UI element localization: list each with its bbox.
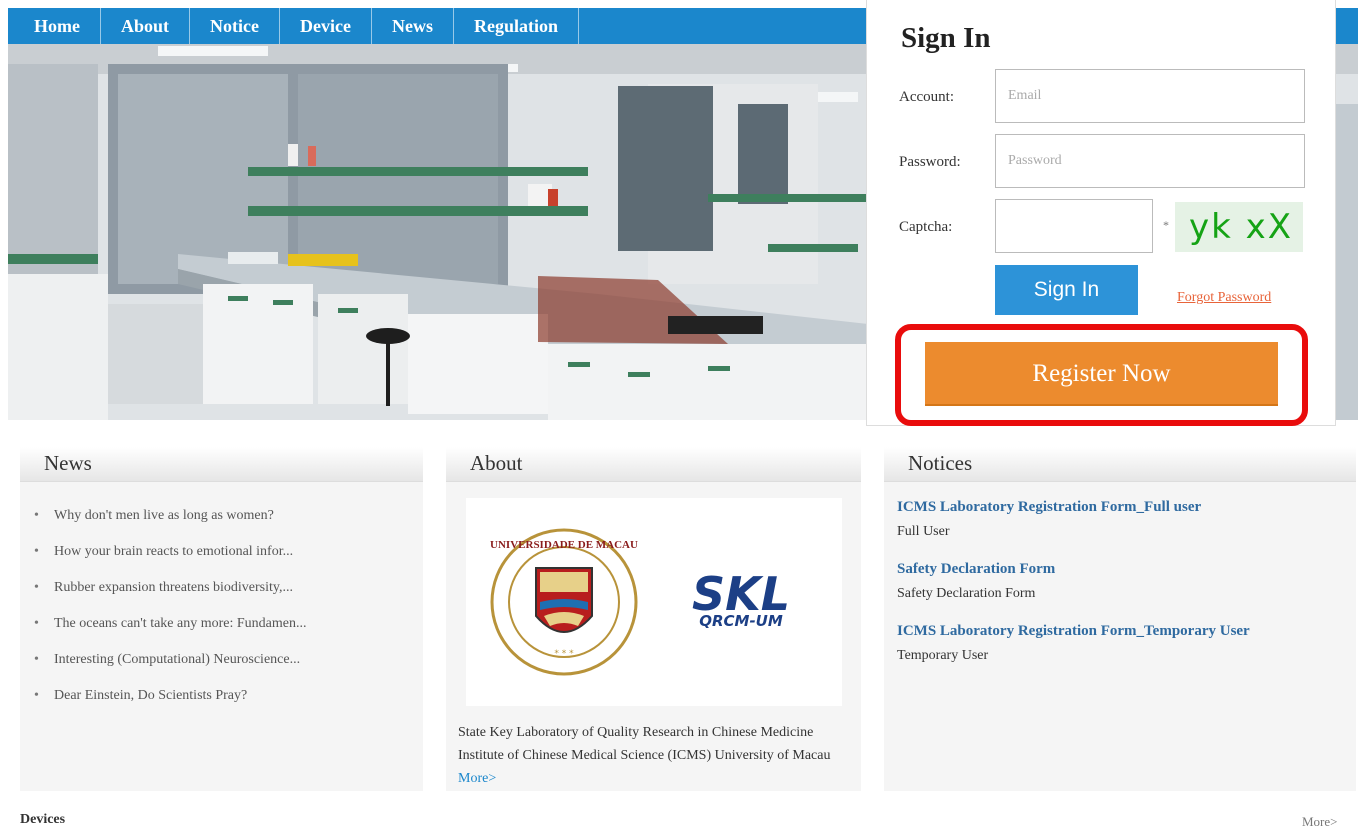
- news-item[interactable]: • The oceans can't take any more: Fundame…: [34, 606, 423, 642]
- news-item-title[interactable]: Interesting (Computational) Neuroscience…: [54, 652, 300, 667]
- notices-panel: Notices ICMS Laboratory Registration For…: [884, 447, 1356, 791]
- news-item-title[interactable]: The oceans can't take any more: Fundamen…: [54, 616, 307, 631]
- captcha-required-mark: *: [1163, 218, 1169, 232]
- bullet-icon: •: [34, 688, 39, 703]
- news-item[interactable]: • Interesting (Computational) Neuroscienc…: [34, 642, 423, 678]
- notice-item-title[interactable]: ICMS Laboratory Registration Form_Tempor…: [897, 618, 1356, 644]
- news-item[interactable]: • Rubber expansion threatens biodiversity…: [34, 570, 423, 606]
- nav-item-about[interactable]: About: [101, 8, 190, 44]
- nav-menu: Home About Notice Device News Regulation: [22, 8, 579, 44]
- news-panel-title: News: [20, 447, 423, 482]
- about-description-text: State Key Laboratory of Quality Research…: [458, 725, 831, 763]
- bullet-icon: •: [34, 652, 39, 667]
- notices-list: ICMS Laboratory Registration Form_Full u…: [884, 482, 1356, 680]
- bullet-icon: •: [34, 508, 39, 523]
- notice-item-title[interactable]: ICMS Laboratory Registration Form_Full u…: [897, 494, 1356, 520]
- notices-panel-title: Notices: [884, 447, 1356, 482]
- captcha-label: Captcha:: [899, 219, 953, 235]
- news-item[interactable]: • Why don't men live as long as women?: [34, 498, 423, 534]
- qrcm-logo-text: QRCM-UM: [699, 612, 783, 630]
- university-logo: UNIVERSIDADE DE MACAU * * * SKL QRCM-UM: [490, 528, 790, 676]
- nav-item-notice[interactable]: Notice: [190, 8, 280, 44]
- about-logo-image: UNIVERSIDADE DE MACAU * * * SKL QRCM-UM: [466, 498, 842, 706]
- captcha-input[interactable]: [995, 199, 1153, 253]
- signin-title: Sign In: [901, 22, 991, 54]
- register-now-button[interactable]: Register Now: [925, 342, 1278, 406]
- svg-text:* * *: * * *: [554, 649, 574, 659]
- nav-item-device[interactable]: Device: [280, 8, 372, 44]
- university-logo-text: UNIVERSIDADE DE MACAU: [490, 539, 638, 551]
- about-panel-title: About: [446, 447, 861, 482]
- news-item[interactable]: • Dear Einstein, Do Scientists Pray?: [34, 678, 423, 714]
- about-panel: About UNIVERSIDADE DE MACAU * * * SKL QR…: [446, 447, 861, 791]
- notice-item-subtitle: Full User: [897, 524, 950, 539]
- notice-item-subtitle: Safety Declaration Form: [897, 586, 1036, 601]
- password-input[interactable]: [995, 134, 1305, 188]
- nav-item-news[interactable]: News: [372, 8, 454, 44]
- about-more-link[interactable]: More>: [458, 771, 496, 786]
- account-email-input[interactable]: [995, 69, 1305, 123]
- news-list: • Why don't men live as long as women? • H…: [20, 482, 423, 714]
- sign-in-button[interactable]: Sign In: [995, 265, 1138, 315]
- devices-more-link[interactable]: More>: [1302, 814, 1338, 830]
- about-description: State Key Laboratory of Quality Research…: [458, 721, 858, 790]
- bullet-icon: •: [34, 544, 39, 559]
- notice-item-subtitle: Temporary User: [897, 648, 989, 663]
- news-item-title[interactable]: Why don't men live as long as women?: [54, 508, 274, 523]
- nav-item-regulation[interactable]: Regulation: [454, 8, 579, 44]
- notice-item-title[interactable]: Safety Declaration Form: [897, 556, 1356, 582]
- nav-item-home[interactable]: Home: [22, 8, 101, 44]
- bullet-icon: •: [34, 580, 39, 595]
- signin-panel: Sign In Account: Password: Captcha: * yk…: [866, 0, 1336, 426]
- news-item[interactable]: • How your brain reacts to emotional info…: [34, 534, 423, 570]
- news-item-title[interactable]: How your brain reacts to emotional infor…: [54, 544, 293, 559]
- password-label: Password:: [899, 154, 961, 170]
- news-item-title[interactable]: Dear Einstein, Do Scientists Pray?: [54, 688, 247, 703]
- bullet-icon: •: [34, 616, 39, 631]
- devices-section-title: Devices: [20, 812, 66, 827]
- forgot-password-link[interactable]: Forgot Password: [1177, 290, 1271, 306]
- news-item-title[interactable]: Rubber expansion threatens biodiversity,…: [54, 580, 293, 595]
- account-label: Account:: [899, 89, 954, 105]
- captcha-image[interactable]: yk xX: [1175, 202, 1303, 252]
- news-panel: News • Why don't men live as long as wome…: [20, 447, 423, 791]
